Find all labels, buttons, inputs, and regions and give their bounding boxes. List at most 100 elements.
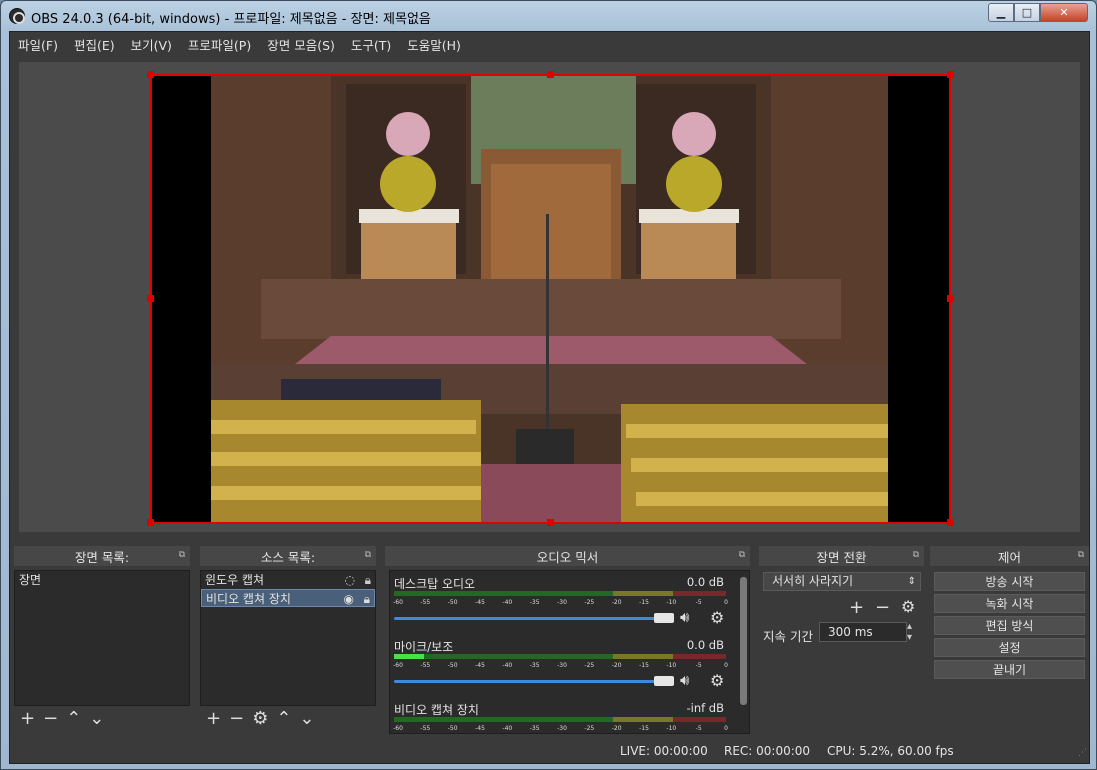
- gear-icon[interactable]: ⚙: [710, 671, 724, 690]
- preview-area[interactable]: [19, 62, 1080, 532]
- sources-dock-title[interactable]: 소스 목록: ⧉: [200, 546, 376, 566]
- start-streaming-button[interactable]: 방송 시작: [934, 572, 1085, 591]
- meter-tick-label: -5: [695, 599, 702, 606]
- meter-tick-label: -30: [557, 662, 567, 669]
- meter-tick-label: -40: [502, 725, 513, 732]
- meter-tick-label: -30: [557, 725, 567, 732]
- mixer-title: 오디오 믹서: [536, 549, 599, 565]
- float-dock-icon[interactable]: ⧉: [739, 550, 745, 560]
- float-dock-icon[interactable]: ⧉: [179, 550, 185, 560]
- transitions-title: 장면 전환: [816, 549, 867, 565]
- controls-panel: 방송 시작 녹화 시작 편집 방식 설정 끝내기: [930, 570, 1089, 734]
- move-up-icon[interactable]: ⌃: [276, 710, 291, 728]
- preview-canvas[interactable]: [150, 74, 950, 524]
- gear-icon[interactable]: ⚙: [710, 608, 724, 627]
- minimize-button[interactable]: ▁: [988, 3, 1014, 22]
- start-recording-button[interactable]: 녹화 시작: [934, 594, 1085, 613]
- gear-icon[interactable]: ⚙: [252, 710, 268, 728]
- sources-toolbar: + − ⚙ ⌃ ⌄: [200, 706, 376, 732]
- meter-tick-label: -40: [502, 599, 513, 606]
- scenes-dock-title[interactable]: 장면 목록: ⧉: [14, 546, 190, 566]
- speaker-icon[interactable]: 🔊︎: [680, 608, 689, 626]
- obs-logo-icon: [9, 8, 25, 24]
- source-item[interactable]: 비디오 캡쳐 장치 ◉ 🔒︎: [201, 589, 375, 607]
- volume-slider[interactable]: [394, 680, 660, 683]
- move-down-icon[interactable]: ⌄: [89, 710, 104, 728]
- float-dock-icon[interactable]: ⧉: [913, 550, 919, 560]
- source-label: 윈도우 캡쳐: [205, 573, 265, 587]
- speaker-icon[interactable]: 🔊︎: [680, 671, 689, 689]
- resize-handle[interactable]: [147, 295, 154, 302]
- volume-slider-knob[interactable]: [654, 613, 674, 623]
- live-status: LIVE: 00:00:00: [620, 744, 708, 758]
- source-label: 비디오 캡쳐 장치: [206, 592, 291, 606]
- mixer-scrollbar[interactable]: [740, 577, 747, 705]
- float-dock-icon[interactable]: ⧉: [365, 550, 371, 560]
- meter-level: [394, 654, 424, 659]
- menu-edit[interactable]: 편집(E): [74, 35, 115, 54]
- source-item[interactable]: 윈도우 캡쳐 ◌ 🔒︎: [201, 571, 375, 589]
- volume-slider-knob[interactable]: [654, 676, 674, 686]
- remove-source-icon[interactable]: −: [229, 710, 244, 728]
- duration-spinner[interactable]: ▴ ▾: [907, 621, 912, 643]
- lock-icon[interactable]: 🔒︎: [365, 571, 371, 589]
- menu-tools[interactable]: 도구(T): [351, 35, 391, 54]
- audio-mixer: 데스크탑 오디오 0.0 dB -60 -55 -50 -45 -40 -35 -30 -25…: [389, 570, 750, 734]
- menu-profile[interactable]: 프로파일(P): [188, 35, 251, 54]
- scene-item[interactable]: 장면: [15, 571, 189, 589]
- lock-icon[interactable]: 🔒︎: [364, 590, 370, 608]
- duration-input[interactable]: 300 ms: [819, 622, 907, 642]
- resize-handle[interactable]: [947, 295, 954, 302]
- float-dock-icon[interactable]: ⧉: [1078, 550, 1084, 560]
- add-scene-icon[interactable]: +: [20, 710, 35, 728]
- menu-help[interactable]: 도움말(H): [407, 35, 461, 54]
- resize-grip-icon[interactable]: ⋰: [1078, 748, 1087, 758]
- scenes-list[interactable]: 장면: [14, 570, 190, 706]
- move-down-icon[interactable]: ⌄: [299, 710, 314, 728]
- resize-handle[interactable]: [147, 71, 154, 78]
- resize-handle[interactable]: [547, 519, 554, 526]
- meter-tick-label: -25: [584, 662, 595, 669]
- transitions-dock-title[interactable]: 장면 전환 ⧉: [759, 546, 924, 566]
- exit-button[interactable]: 끝내기: [934, 660, 1085, 679]
- meter-ticks: -60 -55 -50 -45 -40 -35 -30 -25 -20 -15 -10 -5 0: [393, 599, 730, 607]
- transition-select[interactable]: 서서히 사라지기 ⇕: [763, 572, 921, 591]
- volume-slider[interactable]: [394, 617, 660, 620]
- title-bar[interactable]: OBS 24.0.3 (64-bit, windows) - 프로파일: 제목없…: [1, 1, 1096, 31]
- controls-dock-title[interactable]: 제어 ⧉: [930, 546, 1089, 566]
- resize-handle[interactable]: [547, 71, 554, 78]
- menu-scene-collection[interactable]: 장면 모음(S): [267, 35, 335, 54]
- track-db: -inf dB: [686, 701, 724, 715]
- add-transition-icon[interactable]: +: [849, 597, 864, 618]
- move-up-icon[interactable]: ⌃: [66, 710, 81, 728]
- remove-scene-icon[interactable]: −: [43, 710, 58, 728]
- mixer-dock-title[interactable]: 오디오 믹서 ⧉: [385, 546, 750, 566]
- sources-list[interactable]: 윈도우 캡쳐 ◌ 🔒︎ 비디오 캡쳐 장치 ◉ 🔒︎: [200, 570, 376, 706]
- obs-main: 파일(F) 편집(E) 보기(V) 프로파일(P) 장면 모음(S) 도구(T)…: [9, 31, 1090, 764]
- maximize-button[interactable]: □: [1014, 3, 1040, 22]
- track-name: 데스크탑 오디오: [394, 577, 476, 591]
- meter-tick-label: -35: [529, 662, 540, 669]
- resize-handle[interactable]: [147, 519, 154, 526]
- meter-tick-label: -50: [447, 599, 458, 606]
- menu-view[interactable]: 보기(V): [131, 35, 172, 54]
- obs-window: OBS 24.0.3 (64-bit, windows) - 프로파일: 제목없…: [0, 0, 1097, 770]
- gear-icon[interactable]: ⚙: [901, 597, 915, 616]
- menu-file[interactable]: 파일(F): [18, 35, 58, 54]
- remove-transition-icon[interactable]: −: [875, 597, 890, 618]
- sources-title: 소스 목록:: [260, 549, 316, 565]
- resize-handle[interactable]: [947, 71, 954, 78]
- studio-mode-button[interactable]: 편집 방식: [934, 616, 1085, 635]
- add-source-icon[interactable]: +: [206, 710, 221, 728]
- meter-tick-label: -55: [420, 725, 431, 732]
- eye-hidden-icon[interactable]: ◌: [345, 571, 355, 589]
- resize-handle[interactable]: [947, 519, 954, 526]
- meter-tick-label: -60: [393, 725, 403, 732]
- meter-tick-label: 0: [724, 725, 728, 732]
- settings-button[interactable]: 설정: [934, 638, 1085, 657]
- eye-icon[interactable]: ◉: [344, 590, 354, 608]
- meter-tick-label: -60: [393, 662, 403, 669]
- meter-tick-label: -20: [611, 662, 622, 669]
- meter-tick-label: -55: [420, 599, 431, 606]
- close-button[interactable]: ✕: [1040, 3, 1088, 22]
